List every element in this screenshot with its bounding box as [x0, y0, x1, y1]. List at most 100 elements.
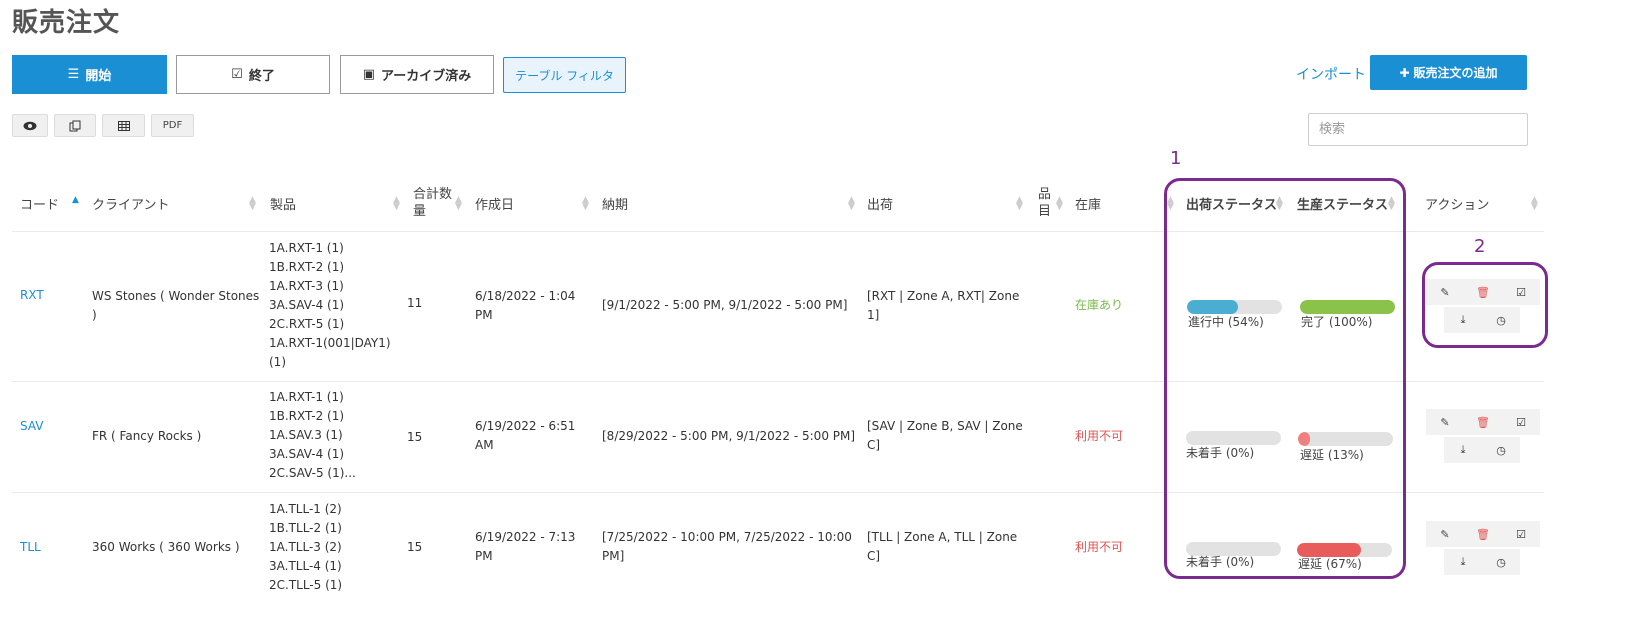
delete-icon[interactable]: 🗑: [1473, 528, 1493, 541]
created-date-line: 6/18/2022 - 1:04: [475, 289, 576, 303]
stock-status: 利用不可: [1075, 429, 1124, 443]
client-line: WS Stones ( Wonder Stones: [92, 289, 260, 303]
shipment-line: [RXT | Zone A, RXT| Zone: [867, 289, 1020, 303]
created-date-line: AM: [475, 438, 494, 452]
sort-indicator: ▲ ▼: [1016, 195, 1023, 212]
column-header-due[interactable]: 納期: [602, 185, 628, 221]
client-line: ): [92, 308, 97, 322]
product-list: 1A.RXT-1 (1) 1B.RXT-2 (1) 1A.SAV.3 (1) 3…: [269, 388, 356, 483]
column-header-code[interactable]: コード: [20, 185, 59, 221]
product-item: 1A.TLL-1 (2): [269, 502, 342, 516]
tab-open-label: 開始: [85, 69, 112, 84]
shipment-line: C]: [867, 549, 881, 563]
download-icon[interactable]: ⤓: [1453, 555, 1473, 569]
order-code-link[interactable]: TLL: [20, 540, 41, 554]
delete-icon[interactable]: 🗑: [1473, 416, 1493, 429]
product-item: 1A.RXT-1 (1): [269, 241, 344, 255]
add-sales-order-label: 販売注文の追加: [1413, 66, 1498, 80]
product-item: 2C.SAV-5 (1)...: [269, 466, 356, 480]
column-header-shipment[interactable]: 出荷: [867, 185, 893, 221]
product-item: (1): [269, 355, 286, 369]
due-date: [9/1/2022 - 5:00 PM, 9/1/2022 - 5:00 PM]: [602, 298, 848, 312]
check-square-icon: ☑: [231, 67, 243, 82]
inbox-icon: ▣: [362, 67, 376, 82]
order-code-link[interactable]: SAV: [20, 419, 44, 433]
sort-indicator: ▲ ▼: [1056, 195, 1063, 212]
due-date: [8/29/2022 - 5:00 PM, 9/1/2022 - 5:00 PM…: [602, 429, 856, 443]
tab-archived-label: アーカイブ済み: [381, 69, 472, 84]
copy-button[interactable]: [54, 114, 96, 137]
page-title: 販売注文: [12, 8, 121, 38]
column-header-client[interactable]: クライアント: [92, 185, 169, 221]
product-item: 3A.SAV-4 (1): [269, 298, 345, 312]
column-header-total-qty-line1: 合計数: [413, 187, 453, 202]
column-header-created[interactable]: 作成日: [475, 185, 514, 221]
check-square-icon[interactable]: ☑: [1511, 528, 1531, 541]
product-item: 1B.RXT-2 (1): [269, 409, 345, 423]
import-link[interactable]: インポート: [1296, 64, 1366, 84]
actions-top-row: ✎ 🗑 ☑: [1426, 409, 1540, 435]
client-cell: WS Stones ( Wonder Stones ): [92, 287, 262, 325]
download-icon[interactable]: ⤓: [1453, 443, 1473, 457]
created-date-line: 6/19/2022 - 6:51: [475, 419, 576, 433]
tab-closed[interactable]: ☑ 終了: [176, 55, 330, 94]
product-item: 1A.RXT-3 (1): [269, 279, 344, 293]
tab-open[interactable]: ☰ 開始: [12, 55, 167, 94]
excel-button[interactable]: [102, 114, 145, 137]
column-header-items-line1: 品: [1038, 187, 1052, 202]
table-filter-button[interactable]: テーブル フィルタ: [503, 57, 626, 93]
eye-button[interactable]: [12, 114, 48, 137]
edit-icon[interactable]: ✎: [1435, 416, 1455, 429]
stock-status: 在庫あり: [1075, 298, 1124, 312]
pdf-button[interactable]: PDF: [151, 114, 194, 137]
column-header-total-qty-line2: 量: [413, 204, 427, 219]
actions-top-row: ✎ 🗑 ☑: [1426, 521, 1540, 547]
product-item: 1A.TLL-3 (2): [269, 540, 342, 554]
column-header-items[interactable]: 品 目: [1038, 186, 1051, 220]
product-item: 1A.RXT-1(001|DAY1): [269, 336, 391, 350]
edit-icon[interactable]: ✎: [1435, 528, 1455, 541]
total-qty: 15: [407, 540, 423, 554]
sort-indicator: ▲ ▼: [1531, 195, 1538, 212]
check-square-icon[interactable]: ☑: [1511, 416, 1531, 429]
product-item: 2C.RXT-5 (1): [269, 317, 345, 331]
clock-icon[interactable]: ◷: [1491, 444, 1511, 457]
created-date-line: 6/19/2022 - 7:13: [475, 530, 576, 544]
column-header-stock[interactable]: 在庫: [1075, 185, 1101, 221]
stock-status: 利用不可: [1075, 540, 1124, 554]
tab-closed-label: 終了: [248, 69, 275, 84]
due-date-line: PM]: [602, 549, 625, 563]
add-sales-order-button[interactable]: ✚ 販売注文の追加: [1370, 55, 1527, 90]
sort-indicator: ▲ ▼: [455, 195, 462, 212]
created-date-line: PM: [475, 549, 493, 563]
created-date: 6/19/2022 - 7:13 PM: [475, 528, 575, 566]
product-item: 1B.TLL-2 (1): [269, 521, 342, 535]
due-date-line: [7/25/2022 - 10:00 PM, 7/25/2022 - 10:00: [602, 530, 852, 544]
product-list: 1A.TLL-1 (2) 1B.TLL-2 (1) 1A.TLL-3 (2) 3…: [269, 500, 342, 595]
created-date: 6/19/2022 - 6:51 AM: [475, 417, 575, 455]
plus-icon: ✚: [1399, 65, 1410, 80]
column-header-product[interactable]: 製品: [270, 185, 296, 221]
search-input[interactable]: [1308, 113, 1528, 146]
product-item: 2C.TLL-5 (1): [269, 578, 343, 592]
tab-archived[interactable]: ▣ アーカイブ済み: [340, 55, 494, 94]
column-header-total-qty[interactable]: 合計数 量: [413, 186, 452, 220]
total-qty: 15: [407, 430, 423, 444]
eye-icon: [23, 121, 37, 130]
total-qty: 11: [407, 296, 423, 310]
table-icon: [117, 120, 130, 131]
due-date: [7/25/2022 - 10:00 PM, 7/25/2022 - 10:00…: [602, 528, 852, 566]
clock-icon[interactable]: ◷: [1491, 556, 1511, 569]
column-header-actions: アクション: [1425, 197, 1490, 213]
column-header-items-line2: 目: [1038, 204, 1052, 219]
callout-number-1: 1: [1170, 148, 1182, 169]
shipment-cell: [TLL | Zone A, TLL | Zone C]: [867, 528, 1017, 566]
copy-icon: [69, 120, 81, 131]
actions-bottom-row: ⤓ ◷: [1444, 437, 1520, 463]
product-item: 1A.SAV.3 (1): [269, 428, 343, 442]
order-code-link[interactable]: RXT: [20, 288, 44, 302]
actions-callout: [1422, 262, 1548, 348]
created-date-line: PM: [475, 308, 493, 322]
sort-indicator: ▲ ▼: [582, 195, 589, 212]
actions-bottom-row: ⤓ ◷: [1444, 549, 1520, 575]
